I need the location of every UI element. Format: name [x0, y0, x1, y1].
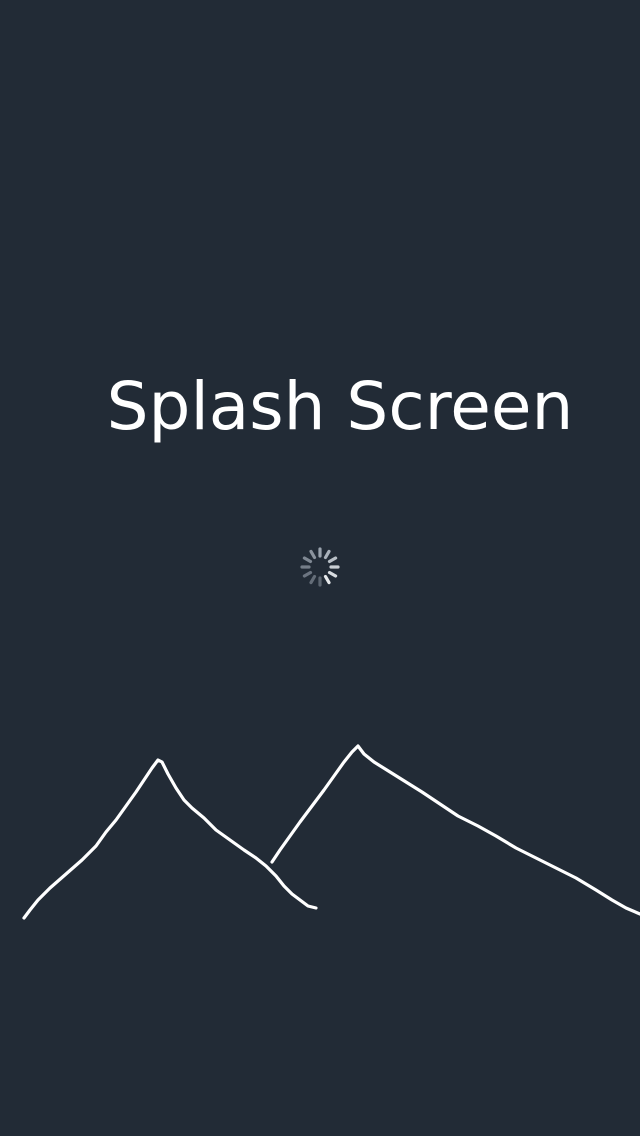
mountains-icon	[22, 744, 640, 920]
right-mountain-outline	[270, 744, 640, 916]
left-mountain-outline	[22, 758, 318, 920]
splash-screen: Splash Screen	[0, 0, 640, 1136]
